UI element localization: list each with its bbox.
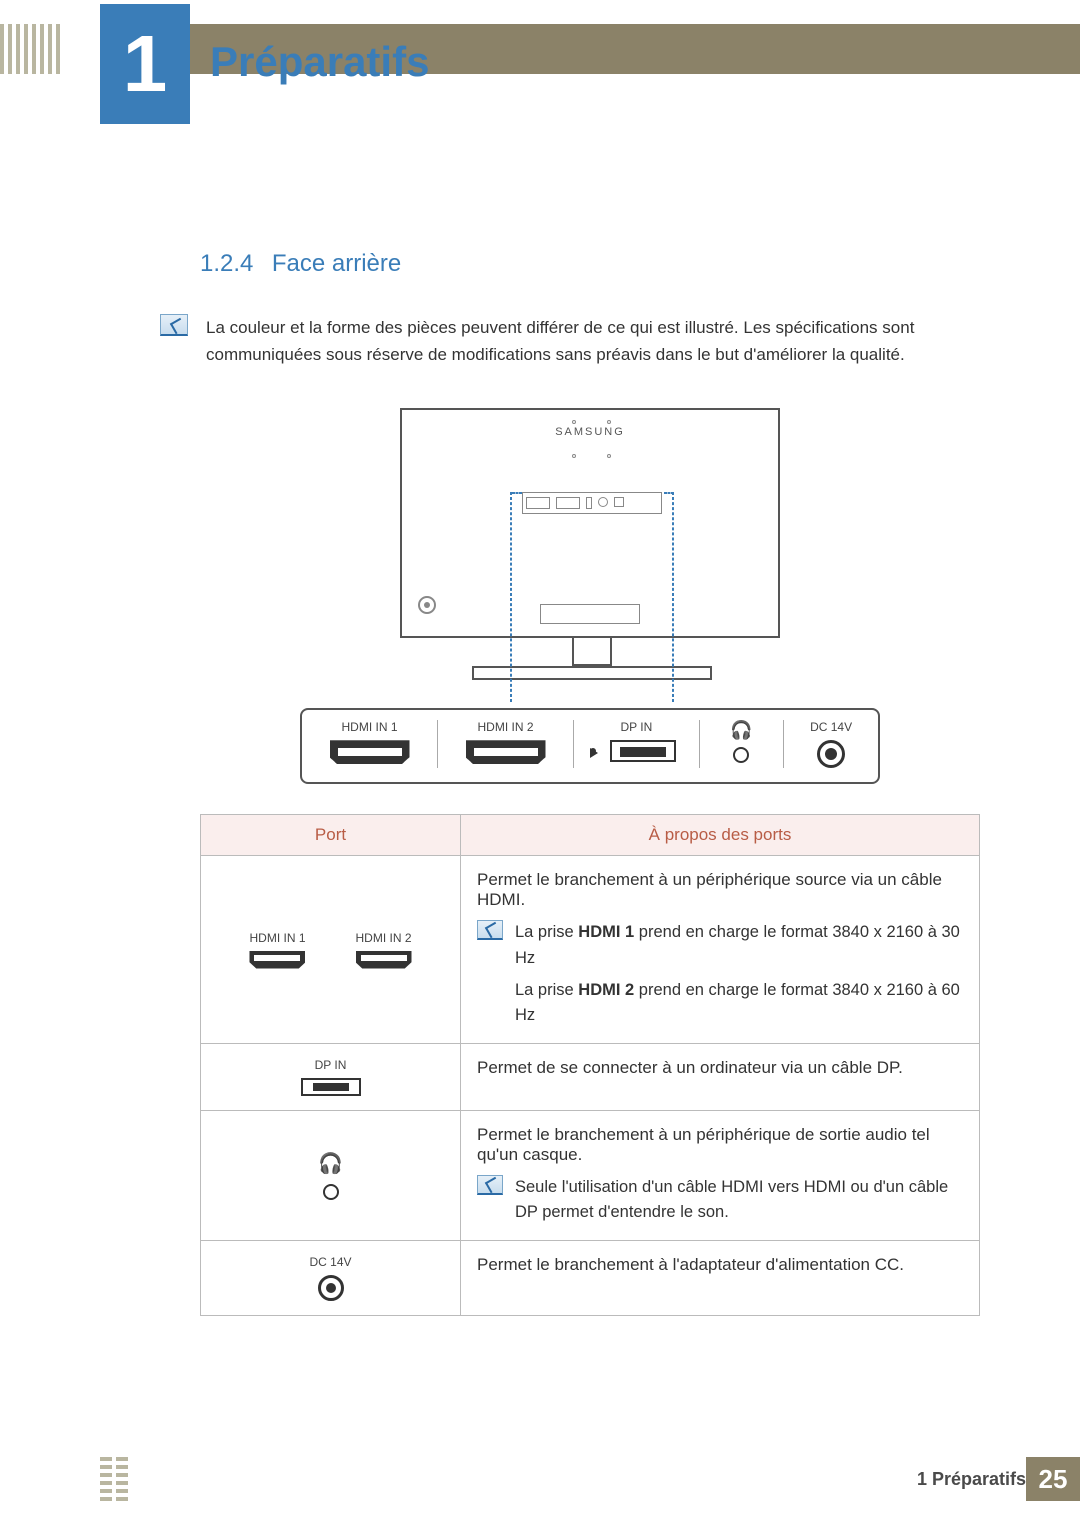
note-icon — [477, 920, 503, 940]
port-label: DP IN — [217, 1058, 444, 1072]
stand-neck — [572, 636, 612, 666]
ports-panel: HDMI IN 1 HDMI IN 2 DP IN 🎧 — [300, 708, 880, 784]
table-row: DC 14V Permet le branchement à l'adaptat… — [201, 1240, 980, 1315]
port-cell-hdmi: HDMI IN 1 HDMI IN 2 — [201, 856, 461, 1043]
brand-logo: SAMSUNG — [402, 426, 778, 438]
desc-cell: Permet le branchement à un périphérique … — [461, 856, 980, 1043]
page-content: 1.2.4 Face arrière La couleur et la form… — [200, 250, 980, 1316]
port-headphone: 🎧 — [716, 720, 768, 763]
desc-text: Permet le branchement à un périphérique … — [477, 870, 963, 910]
note-icon — [477, 1175, 503, 1195]
screw-dot — [572, 420, 576, 424]
hdmi-mini: HDMI IN 2 — [356, 931, 412, 969]
port-dp: DP IN — [590, 720, 683, 762]
page-number: 25 — [1026, 1457, 1080, 1501]
screw-dot — [607, 420, 611, 424]
header-left-block — [0, 24, 100, 74]
desc-text: Permet le branchement à un périphérique … — [477, 1125, 963, 1165]
jack-icon — [323, 1184, 339, 1200]
port-cell-audio: 🎧 — [201, 1110, 461, 1240]
port-hdmi2: HDMI IN 2 — [454, 720, 557, 764]
note-line: La prise HDMI 1 prend en charge le forma… — [515, 920, 963, 971]
section-number: 1.2.4 — [200, 250, 253, 277]
separator — [437, 720, 438, 768]
chapter-number-box: 1 — [100, 4, 190, 124]
callout-line — [512, 492, 522, 494]
desc-cell: Permet de se connecter à un ordinateur v… — [461, 1043, 980, 1110]
separator — [699, 720, 700, 768]
table-row: 🎧 Permet le branchement à un périphériqu… — [201, 1110, 980, 1240]
section-heading: 1.2.4 Face arrière — [200, 250, 980, 278]
stand-base — [472, 666, 712, 680]
desc-text: Permet le branchement à l'adaptateur d'a… — [477, 1255, 963, 1275]
page-footer: 1 Préparatifs 25 — [100, 1457, 1080, 1501]
desc-cell: Permet le branchement à l'adaptateur d'a… — [461, 1240, 980, 1315]
separator — [573, 720, 574, 768]
hdmi-icon — [466, 740, 546, 764]
dp-icon — [610, 740, 676, 762]
dp-icon — [301, 1078, 361, 1096]
dp-mini: DP IN — [217, 1058, 444, 1096]
footer-stripe — [116, 1457, 128, 1501]
hatched-decoration — [0, 24, 60, 74]
dc-icon — [817, 740, 845, 768]
ports-mini — [522, 492, 662, 514]
hdmi-mini: HDMI IN 1 — [249, 931, 305, 969]
th-port: Port — [201, 815, 461, 856]
desc-text: Permet de se connecter à un ordinateur v… — [477, 1058, 963, 1078]
hdmi-icon — [249, 951, 305, 969]
note-icon — [160, 314, 188, 336]
dc-icon — [318, 1275, 344, 1301]
footer-stripe — [100, 1457, 112, 1501]
inline-note: La prise HDMI 1 prend en charge le forma… — [477, 920, 963, 1028]
callout-line — [510, 492, 512, 702]
port-label: HDMI IN 1 — [318, 720, 421, 734]
table-row: DP IN Permet de se connecter à un ordina… — [201, 1043, 980, 1110]
jack-icon — [733, 747, 749, 763]
screw-dot — [607, 454, 611, 458]
port-label: HDMI IN 2 — [356, 931, 412, 945]
port-label: DC 14V — [800, 720, 862, 734]
inline-note: Seule l'utilisation d'un câble HDMI vers… — [477, 1175, 963, 1226]
port-dc: DC 14V — [800, 720, 862, 768]
th-about: À propos des ports — [461, 815, 980, 856]
hdmi-icon — [330, 740, 410, 764]
headphone-icon: 🎧 — [318, 1151, 343, 1176]
footer-crumb: 1 Préparatifs — [917, 1469, 1026, 1490]
port-hdmi1: HDMI IN 1 — [318, 720, 421, 764]
monitor-outline: SAMSUNG — [400, 408, 780, 638]
stand-bracket — [540, 604, 640, 624]
section-title: Face arrière — [272, 250, 401, 277]
chapter-title: Préparatifs — [210, 38, 429, 86]
intro-note-text: La couleur et la forme des pièces peuven… — [206, 314, 980, 368]
port-cell-dp: DP IN — [201, 1043, 461, 1110]
headphone-icon: 🎧 — [730, 720, 752, 741]
intro-note: La couleur et la forme des pièces peuven… — [160, 314, 980, 368]
chapter-number: 1 — [123, 18, 168, 110]
joystick-button — [418, 596, 436, 614]
port-label: DP IN — [590, 720, 683, 734]
screw-dot — [572, 454, 576, 458]
port-label: DC 14V — [217, 1255, 444, 1269]
separator — [783, 720, 784, 768]
port-cell-dc: DC 14V — [201, 1240, 461, 1315]
desc-cell: Permet le branchement à un périphérique … — [461, 1110, 980, 1240]
hdmi-icon — [356, 951, 412, 969]
callout-line — [672, 492, 674, 702]
port-label: HDMI IN 2 — [454, 720, 557, 734]
table-row: HDMI IN 1 HDMI IN 2 Permet le branchemen… — [201, 856, 980, 1043]
note-text: Seule l'utilisation d'un câble HDMI vers… — [515, 1175, 963, 1226]
ports-table: Port À propos des ports HDMI IN 1 HDMI I… — [200, 814, 980, 1315]
note-line: La prise HDMI 2 prend en charge le forma… — [515, 978, 963, 1029]
rear-figure: SAMSUNG HDMI IN 1 HDMI IN 2 — [300, 408, 880, 784]
port-label: HDMI IN 1 — [249, 931, 305, 945]
